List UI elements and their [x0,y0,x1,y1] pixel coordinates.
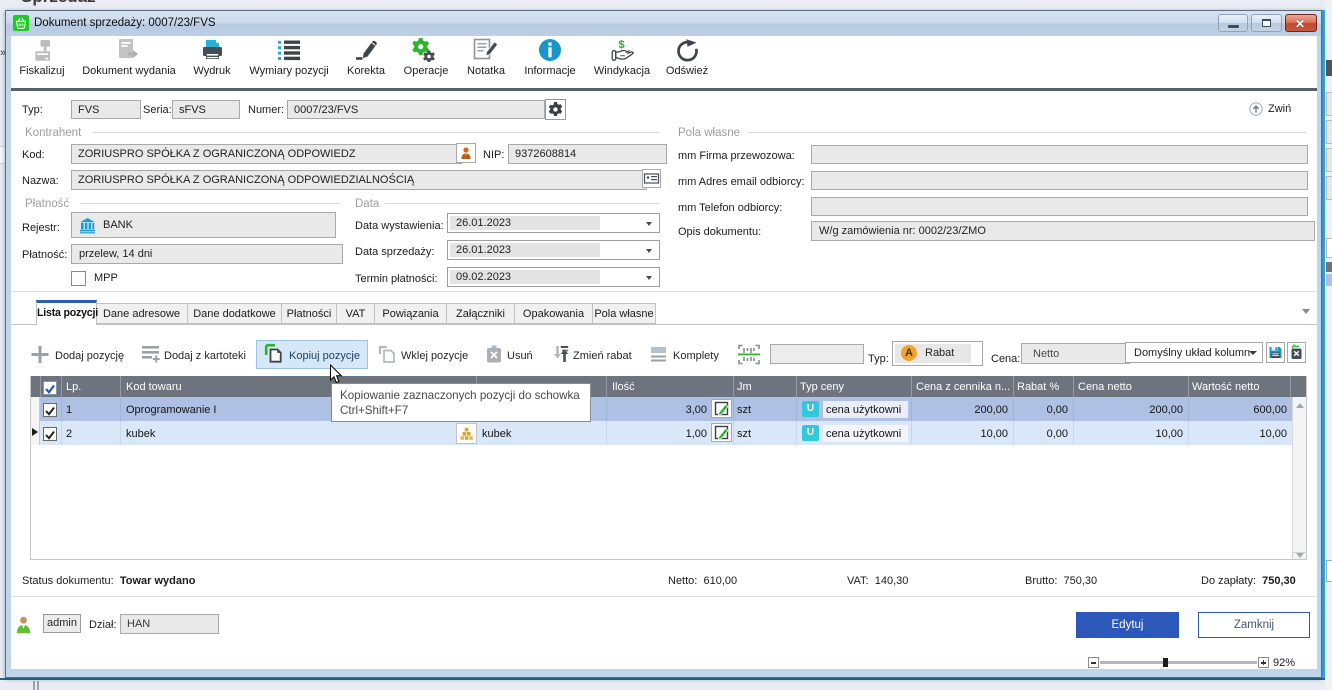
svg-text:$: $ [619,39,625,51]
